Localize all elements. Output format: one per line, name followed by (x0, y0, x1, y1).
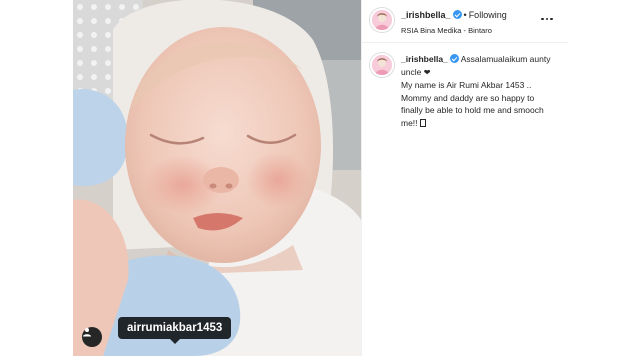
verified-badge-icon (449, 54, 459, 63)
emoji-placeholder-icon (419, 118, 426, 127)
separator-dot: • (463, 10, 467, 20)
caption-username-link[interactable]: _irishbella_ (401, 54, 448, 64)
heart-icon: ❤ (423, 67, 431, 77)
header-user-line: _irishbella_ • Following (401, 10, 507, 20)
following-button[interactable]: Following (469, 10, 507, 20)
username-link[interactable]: _irishbella_ (401, 10, 451, 20)
post-side-panel: _irishbella_ • Following RSIA Bina Medika … (361, 0, 568, 356)
location-link[interactable]: RSIA Bina Medika - Bintaro (401, 26, 492, 35)
more-options-icon[interactable] (540, 12, 554, 26)
baby-photo-illustration (73, 0, 361, 356)
post-header: _irishbella_ • Following RSIA Bina Medika … (362, 0, 568, 43)
avatar[interactable] (370, 8, 394, 32)
caption-comment: _irishbella_ Assalamualaikum aunty uncle… (362, 43, 568, 129)
tagged-user-label[interactable]: airrumiakbar1453 (118, 317, 232, 344)
verified-badge-icon (452, 10, 462, 19)
user-tag-icon[interactable] (82, 327, 102, 347)
avatar[interactable] (370, 53, 394, 77)
post-photo[interactable]: airrumiakbar1453 (73, 0, 361, 356)
caption-text: _irishbella_ Assalamualaikum aunty uncle… (401, 53, 551, 129)
